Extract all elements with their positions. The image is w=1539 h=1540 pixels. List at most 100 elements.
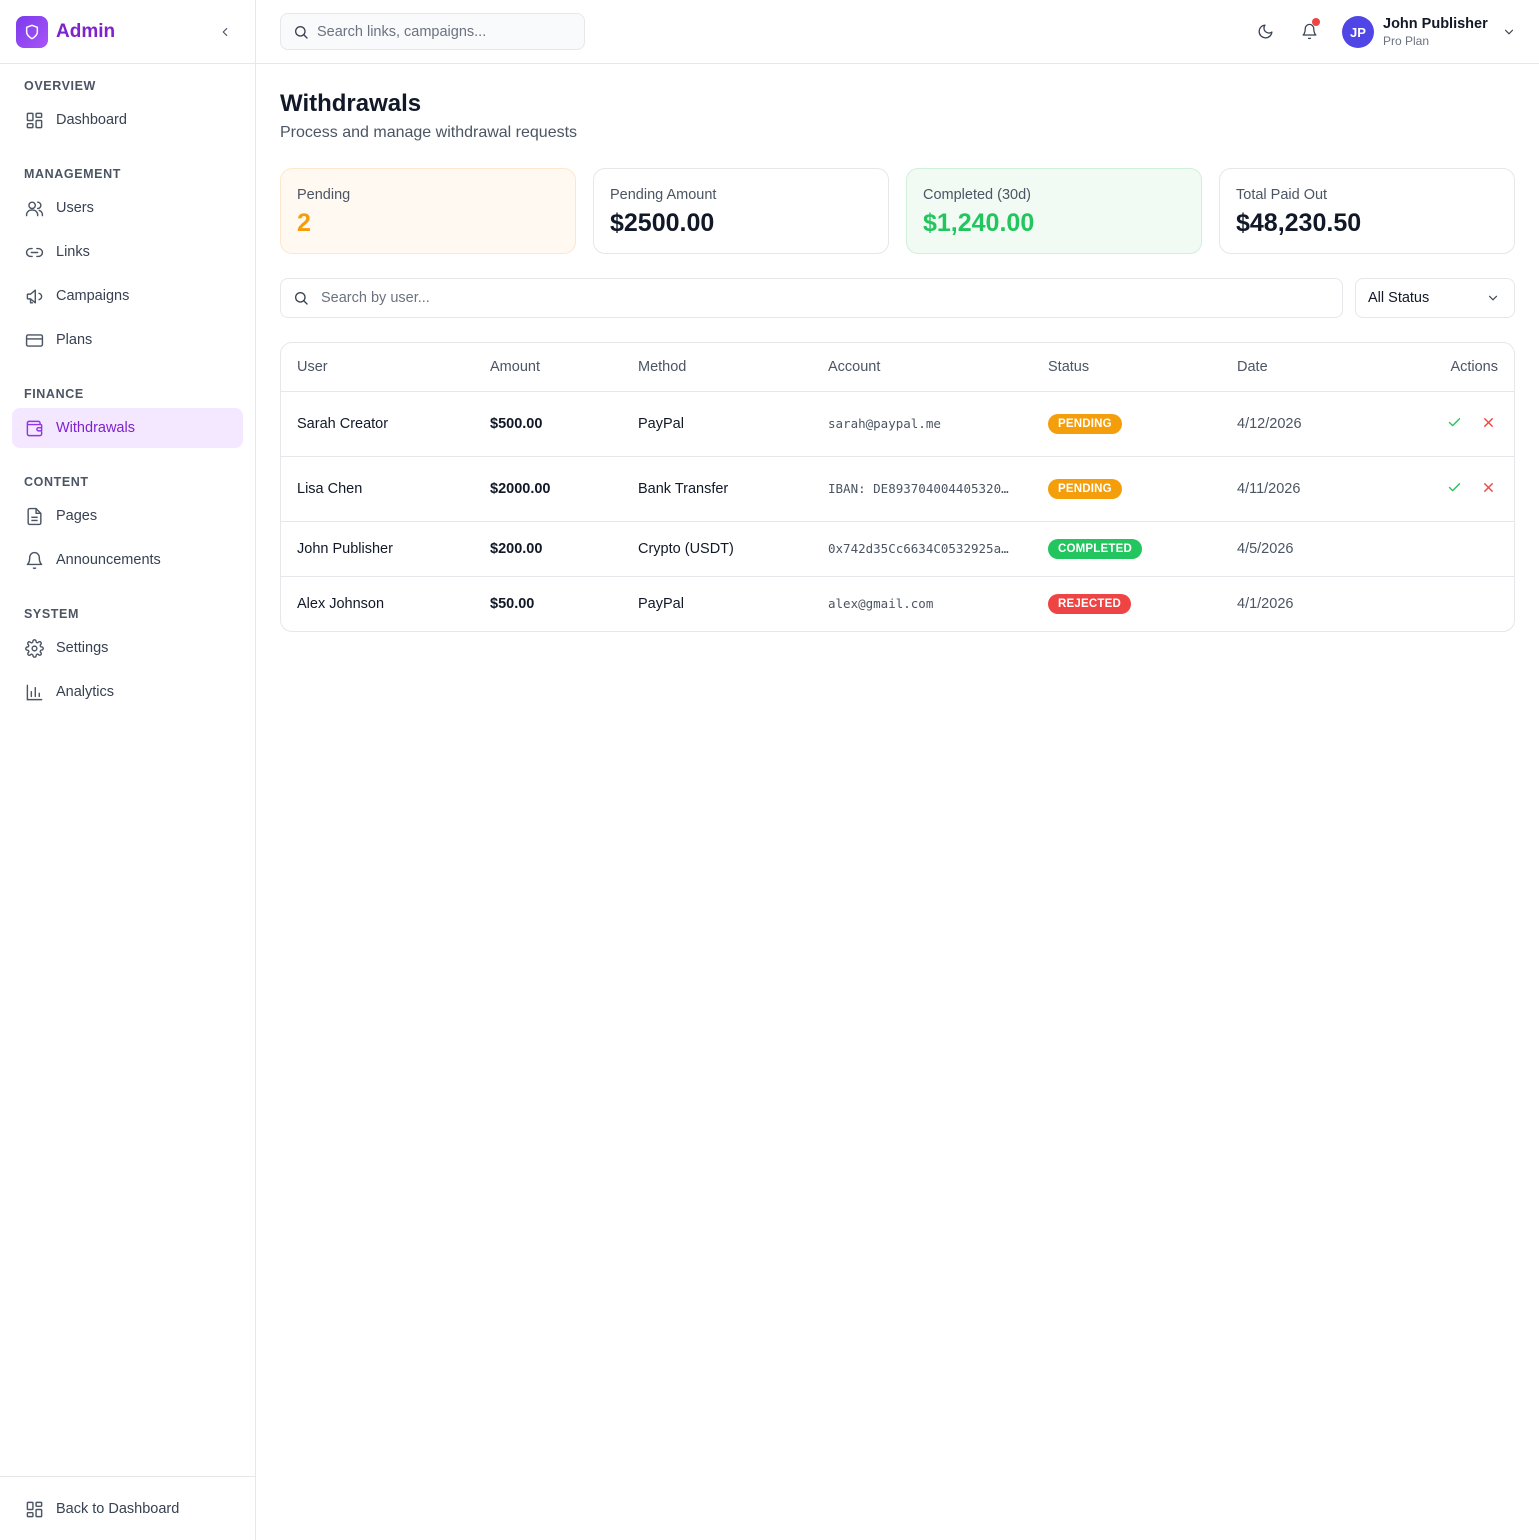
nav-section-management: MANAGEMENT Users Links Campaigns Plans (0, 164, 255, 360)
shield-icon (16, 15, 48, 48)
notification-badge (1312, 18, 1320, 26)
table-row: Alex Johnson $50.00 PayPal alex@gmail.com RE… (281, 576, 1514, 631)
approve-button[interactable] (1444, 478, 1464, 498)
sidebar-item-analytics[interactable]: Analytics (12, 672, 243, 712)
brand-name: Admin (56, 20, 116, 42)
cell-status: PENDING (1032, 456, 1221, 522)
cell-amount: $500.00 (474, 391, 622, 457)
withdrawals-table: User Amount Method Account Status Date A… (280, 342, 1515, 632)
search-icon (295, 292, 308, 305)
cell-account: 0x742d35Cc6634C0532925a3b844Bc454e4438f4… (812, 521, 1032, 577)
check-icon (1448, 483, 1460, 492)
nav-heading: SYSTEM (24, 607, 79, 621)
nav-section-content: CONTENT Pages Announcements (0, 472, 255, 580)
user-search-input[interactable] (321, 290, 1221, 306)
status-badge: REJECTED (1048, 593, 1131, 614)
sidebar-item-links[interactable]: Links (12, 232, 243, 272)
column-header: Account (812, 343, 1032, 392)
stat-label: Total Paid Out (1236, 187, 1328, 203)
user-name: John Publisher (1383, 16, 1488, 32)
nav-heading: OVERVIEW (24, 79, 96, 93)
cell-amount: $2000.00 (474, 456, 622, 522)
close-icon (1483, 418, 1493, 428)
user-search (280, 278, 1343, 318)
sidebar-item-plans[interactable]: Plans (12, 320, 243, 360)
reject-button[interactable] (1478, 413, 1498, 433)
nav-heading: MANAGEMENT (24, 167, 121, 181)
cell-date: 4/1/2026 (1237, 595, 1294, 612)
back-to-dashboard-link[interactable]: Back to Dashboard (12, 1489, 243, 1529)
cell-actions (1381, 391, 1514, 457)
nav-heading: FINANCE (24, 387, 84, 401)
gear-icon (24, 638, 44, 658)
cell-account: sarah@paypal.me (812, 391, 1032, 457)
theme-toggle-button[interactable] (1254, 20, 1276, 42)
approve-button[interactable] (1444, 413, 1464, 433)
nav-section-system: SYSTEM Settings Analytics (0, 604, 255, 712)
column-header: Date (1221, 343, 1381, 392)
sidebar-item-settings[interactable]: Settings (12, 628, 243, 668)
nav-section-finance: FINANCE Withdrawals (0, 384, 255, 448)
stats-row: Pending 2 Pending Amount $2500.00 Comple… (280, 168, 1515, 254)
reject-button[interactable] (1478, 478, 1498, 498)
cell-method: Bank Transfer (622, 456, 812, 522)
credit-card-icon (24, 330, 44, 350)
stat-card-pending-amount: Pending Amount $2500.00 (593, 168, 889, 254)
user-menu[interactable]: JP John Publisher Pro Plan (1342, 14, 1516, 50)
cell-method: Crypto (USDT) (622, 521, 812, 577)
cell-status: REJECTED (1032, 576, 1221, 631)
table-header-row: User Amount Method Account Status Date A… (281, 343, 1514, 392)
cell-account: alex@gmail.com (828, 596, 934, 612)
sidebar-item-pages[interactable]: Pages (12, 496, 243, 536)
back-to-dashboard-label: Back to Dashboard (56, 1501, 180, 1517)
file-text-icon (24, 506, 44, 526)
stat-card-pending: Pending 2 (280, 168, 576, 254)
sidebar-item-campaigns[interactable]: Campaigns (12, 276, 243, 316)
cell-date: 4/5/2026 (1221, 521, 1381, 577)
chevron-down-icon (1488, 295, 1498, 301)
cell-actions (1381, 576, 1514, 631)
chevron-left-icon (222, 27, 228, 37)
sidebar-item-label: Withdrawals (56, 420, 135, 436)
cell-amount: $200.00 (474, 521, 622, 577)
sidebar-item-announcements[interactable]: Announcements (12, 540, 243, 580)
cell-date: 4/11/2026 (1221, 456, 1381, 522)
global-search-input[interactable] (317, 23, 577, 40)
status-badge: PENDING (1048, 413, 1122, 434)
cell-method: PayPal (622, 391, 812, 457)
user-info: John Publisher Pro Plan (1383, 15, 1488, 49)
sidebar-item-dashboard[interactable]: Dashboard (12, 100, 243, 140)
status-filter-select[interactable]: All Status (1355, 278, 1515, 318)
search-icon (295, 25, 308, 39)
check-icon (1448, 418, 1460, 427)
link-icon (24, 242, 44, 262)
cell-actions (1381, 456, 1514, 522)
cell-method: PayPal (638, 595, 684, 612)
notifications-button[interactable] (1298, 18, 1320, 42)
sidebar-item-users[interactable]: Users (12, 188, 243, 228)
sidebar: Admin OVERVIEW Dashboard MANAGEMENT User… (0, 0, 256, 1540)
stat-card-total-paid-out: Total Paid Out $48,230.50 (1219, 168, 1515, 254)
cell-status: COMPLETED (1032, 521, 1221, 577)
brand-header: Admin (0, 0, 255, 64)
status-filter-value: All Status (1368, 290, 1430, 306)
avatar: JP (1342, 16, 1374, 48)
page-title: Withdrawals (280, 90, 422, 117)
nav-section-overview: OVERVIEW Dashboard (0, 76, 255, 140)
cell-actions (1381, 521, 1514, 577)
dashboard-icon (24, 1499, 44, 1519)
wallet-icon (24, 418, 44, 438)
user-plan: Pro Plan (1383, 34, 1430, 48)
stat-value: $1,240.00 (923, 209, 1035, 237)
sidebar-footer: Back to Dashboard (0, 1476, 255, 1540)
cell-date: 4/12/2026 (1221, 391, 1381, 457)
sidebar-item-label: Users (56, 200, 94, 216)
close-icon (1483, 483, 1493, 493)
collapse-sidebar-button[interactable] (215, 22, 235, 42)
sidebar-item-label: Campaigns (56, 288, 130, 304)
cell-user: Alex Johnson (297, 595, 385, 612)
stat-label: Pending (297, 187, 351, 203)
cell-amount: $50.00 (490, 595, 535, 612)
chevron-down-icon (1504, 29, 1513, 35)
sidebar-item-withdrawals[interactable]: Withdrawals (12, 408, 243, 448)
